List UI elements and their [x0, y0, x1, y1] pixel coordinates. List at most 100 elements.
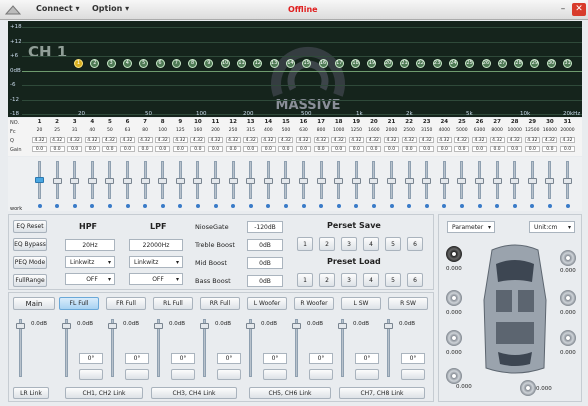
channel-phase-field[interactable]: 0° [217, 353, 241, 364]
band-node[interactable]: 4 [122, 59, 132, 68]
preset-save-slot[interactable]: 1 [297, 237, 313, 251]
band-gain-field[interactable]: 0.0 [190, 146, 206, 152]
band-node[interactable]: 30 [546, 59, 556, 68]
preset-save-slot[interactable]: 2 [319, 237, 335, 251]
band-enable-dot[interactable] [160, 204, 165, 208]
lpf-slope-select[interactable]: OFF [129, 273, 183, 285]
eq-fader-handle[interactable] [457, 178, 467, 184]
band-q-field[interactable]: 4.32 [190, 137, 206, 143]
band-node[interactable]: 25 [465, 59, 475, 68]
lpf-type-select[interactable]: Linkwitz [129, 256, 183, 268]
band-gain-field[interactable]: 0.0 [67, 146, 83, 152]
minimize-button[interactable]: – [556, 3, 570, 16]
eq-bypass-button[interactable]: EQ Bypass [13, 238, 47, 251]
effect-value-field[interactable]: 0dB [247, 275, 283, 287]
preset-load-slot[interactable]: 6 [407, 273, 423, 287]
speaker-icon[interactable] [560, 250, 576, 266]
channel-volume-handle[interactable] [200, 323, 209, 329]
band-q-field[interactable]: 4.32 [32, 137, 47, 143]
band-enable-dot[interactable] [547, 204, 552, 208]
band-gain-field[interactable]: 0.0 [419, 146, 435, 152]
channel-phase-field[interactable]: 0° [79, 353, 103, 364]
channel-mute-button[interactable] [217, 369, 241, 380]
channel-tab[interactable]: L Woofer [247, 297, 287, 310]
band-q-field[interactable]: 4.32 [155, 137, 171, 143]
band-q-field[interactable]: 4.32 [102, 137, 118, 143]
eq-fader-handle[interactable] [175, 178, 185, 184]
preset-save-slot[interactable]: 5 [385, 237, 401, 251]
channel-tab[interactable]: L SW [341, 297, 381, 310]
eq-fader-handle[interactable] [527, 178, 537, 184]
band-enable-dot[interactable] [178, 204, 183, 208]
band-q-field[interactable]: 4.32 [67, 137, 83, 143]
band-enable-dot[interactable] [371, 204, 376, 208]
band-node[interactable]: 7 [171, 59, 181, 68]
band-enable-dot[interactable] [442, 204, 447, 208]
channel-link-button[interactable]: CH1, CH2 Link [65, 387, 143, 399]
eq-fader-handle[interactable] [545, 178, 555, 184]
eq-fader-handle[interactable] [299, 178, 308, 184]
eq-fader-handle[interactable] [281, 178, 291, 184]
eq-fader-handle[interactable] [492, 178, 502, 184]
band-q-field[interactable]: 4.32 [120, 137, 135, 143]
band-q-field[interactable]: 4.32 [401, 137, 417, 143]
band-enable-dot[interactable] [283, 204, 288, 208]
band-gain-field[interactable]: 0.0 [366, 146, 382, 152]
band-node[interactable]: 1 [74, 59, 83, 68]
channel-volume-handle[interactable] [338, 323, 347, 329]
unit-select[interactable]: Unit:cm [529, 221, 575, 233]
band-gain-field[interactable]: 0.0 [489, 146, 505, 152]
band-node[interactable]: 2 [90, 59, 100, 68]
band-q-field[interactable]: 4.32 [331, 137, 347, 143]
band-enable-dot[interactable] [459, 204, 464, 208]
band-enable-dot[interactable] [301, 204, 306, 208]
band-gain-field[interactable]: 0.0 [208, 146, 223, 152]
band-q-field[interactable]: 4.32 [278, 137, 294, 143]
band-enable-dot[interactable] [354, 204, 359, 208]
speaker-icon[interactable] [446, 368, 462, 384]
option-menu[interactable]: Option ▾ [92, 4, 129, 13]
channel-tab[interactable]: R SW [388, 297, 428, 310]
band-enable-dot[interactable] [336, 204, 341, 208]
channel-phase-field[interactable]: 0° [171, 353, 195, 364]
band-gain-field[interactable]: 0.0 [278, 146, 294, 152]
preset-save-slot[interactable]: 3 [341, 237, 357, 251]
band-q-field[interactable]: 4.32 [84, 137, 100, 143]
eq-fader-handle[interactable] [351, 178, 361, 184]
band-q-field[interactable]: 4.32 [243, 137, 259, 143]
band-enable-dot[interactable] [266, 204, 271, 208]
band-node[interactable]: 31 [563, 59, 572, 68]
eq-fader-handle[interactable] [246, 178, 256, 184]
channel-link-button[interactable]: CH5, CH6 Link [249, 387, 331, 399]
band-enable-dot[interactable] [72, 204, 77, 208]
band-node[interactable]: 10 [220, 59, 230, 68]
peq-mode-button[interactable]: PEQ Mode [13, 256, 47, 269]
band-node[interactable]: 14 [285, 59, 295, 68]
effect-value-field[interactable]: 0dB [247, 257, 283, 269]
band-enable-dot[interactable] [213, 204, 218, 208]
eq-fader-handle[interactable] [52, 178, 62, 184]
channel-volume-handle[interactable] [62, 323, 71, 329]
band-gain-field[interactable]: 0.0 [225, 146, 241, 152]
band-enable-dot[interactable] [37, 204, 42, 208]
band-node[interactable]: 17 [334, 59, 344, 68]
eq-fader-handle[interactable] [70, 178, 80, 184]
eq-fader-handle[interactable] [475, 178, 484, 184]
band-enable-dot[interactable] [195, 204, 200, 208]
band-enable-dot[interactable] [319, 204, 324, 208]
band-enable-dot[interactable] [477, 204, 482, 208]
band-gain-field[interactable]: 0.0 [313, 146, 329, 152]
effect-value-field[interactable]: 0dB [247, 239, 283, 251]
channel-phase-field[interactable]: 0° [309, 353, 333, 364]
band-q-field[interactable]: 4.32 [436, 137, 452, 143]
preset-save-slot[interactable]: 6 [407, 237, 423, 251]
eq-fader-handle[interactable] [211, 178, 220, 184]
channel-mute-button[interactable] [401, 369, 425, 380]
eq-fader-handle[interactable] [369, 178, 379, 184]
channel-link-button[interactable]: CH7, CH8 Link [339, 387, 425, 399]
band-gain-field[interactable]: 0.0 [49, 146, 65, 152]
band-node[interactable]: 24 [448, 59, 458, 68]
band-enable-dot[interactable] [107, 204, 112, 208]
band-node[interactable]: 16 [318, 59, 328, 68]
eq-fader-handle[interactable] [422, 178, 432, 184]
